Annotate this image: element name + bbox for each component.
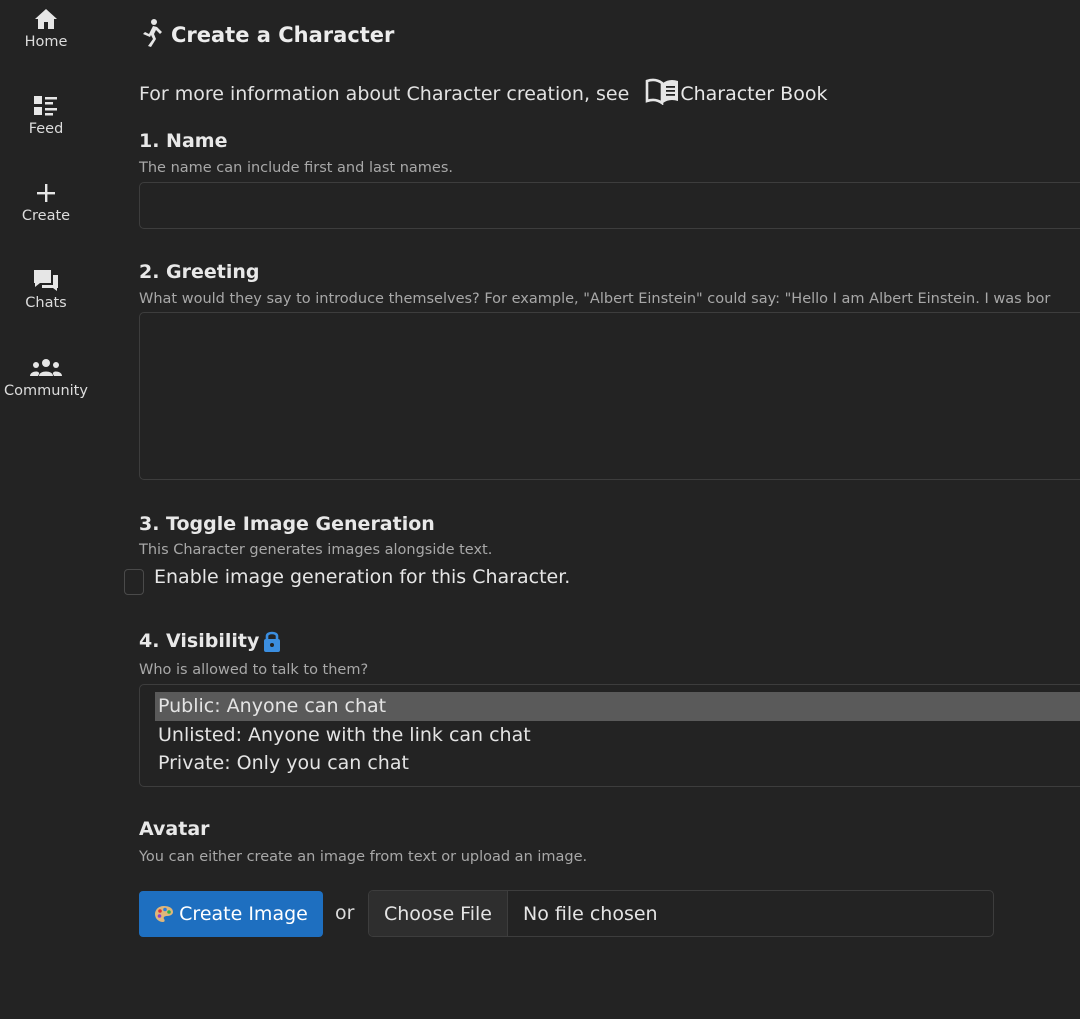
greeting-help-text: What would they say to introduce themsel…: [139, 291, 1051, 307]
visibility-select[interactable]: Public: Anyone can chat Unlisted: Anyone…: [139, 684, 1080, 787]
nav-item-label: Feed: [28, 121, 64, 137]
main-content: Create a Character For more information …: [124, 0, 1080, 1019]
page-title-row: Create a Character: [139, 18, 394, 52]
image-gen-checkbox[interactable]: [124, 569, 144, 595]
palette-icon: [154, 905, 174, 923]
nav-item-community[interactable]: Community: [0, 355, 92, 399]
visibility-title-text: 4. Visibility: [139, 630, 260, 652]
greeting-textarea[interactable]: [139, 312, 1080, 480]
visibility-option-unlisted[interactable]: Unlisted: Anyone with the link can chat: [155, 721, 1080, 750]
image-gen-section-title: 3. Toggle Image Generation: [139, 513, 435, 535]
nav-item-label: Home: [24, 34, 68, 50]
chats-icon: [32, 267, 60, 293]
character-book-label: Character Book: [680, 82, 828, 105]
nav-item-label: Create: [21, 208, 71, 224]
or-text: or: [335, 902, 355, 924]
info-row: For more information about Character cre…: [139, 77, 827, 110]
name-input[interactable]: [139, 182, 1080, 229]
character-icon: [139, 18, 163, 52]
visibility-option-private[interactable]: Private: Only you can chat: [155, 749, 1080, 778]
nav-item-home[interactable]: Home: [0, 6, 92, 50]
choose-file-button[interactable]: Choose File: [369, 891, 508, 936]
nav-item-label: Chats: [25, 295, 67, 311]
plus-icon: [35, 180, 57, 206]
nav-item-label: Community: [4, 383, 88, 399]
create-image-label: Create Image: [179, 903, 308, 925]
info-text: For more information about Character cre…: [139, 82, 630, 105]
community-icon: [30, 355, 62, 381]
nav-item-create[interactable]: Create: [0, 180, 92, 224]
name-help-text: The name can include first and last name…: [139, 160, 453, 176]
nav-item-feed[interactable]: Feed: [0, 93, 92, 137]
visibility-option-public[interactable]: Public: Anyone can chat: [155, 692, 1080, 721]
name-section-title: 1. Name: [139, 130, 228, 152]
home-icon: [34, 6, 58, 32]
file-status-text: No file chosen: [523, 902, 658, 925]
feed-icon: [33, 93, 59, 119]
sidebar-nav: Home Feed Create Chats Community: [0, 0, 92, 1019]
avatar-section-title: Avatar: [139, 818, 210, 840]
book-icon: [645, 77, 680, 110]
visibility-section-title: 4. Visibility: [139, 629, 282, 653]
avatar-file-input[interactable]: Choose File No file chosen: [368, 890, 994, 937]
nav-item-chats[interactable]: Chats: [0, 267, 92, 311]
image-gen-help-text: This Character generates images alongsid…: [139, 542, 493, 558]
visibility-help-text: Who is allowed to talk to them?: [139, 662, 369, 678]
create-image-button[interactable]: Create Image: [139, 891, 323, 937]
character-book-link[interactable]: Character Book: [645, 77, 827, 110]
avatar-help-text: You can either create an image from text…: [139, 849, 588, 865]
greeting-section-title: 2. Greeting: [139, 261, 260, 283]
image-gen-checkbox-label[interactable]: Enable image generation for this Charact…: [154, 566, 570, 588]
lock-icon: [262, 629, 282, 653]
page-title: Create a Character: [171, 23, 395, 47]
